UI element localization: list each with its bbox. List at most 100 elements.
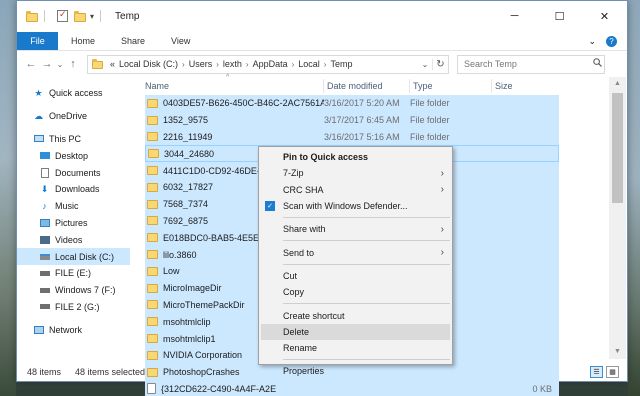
nav-label: Windows 7 (F:) [55,285,116,296]
column-size[interactable]: Size [492,79,552,93]
scroll-up-arrow-icon[interactable]: ▲ [609,77,626,91]
file-name-cell: 1352_9575 [145,115,324,125]
customize-toolbar-chevron-icon[interactable]: ▾ [90,12,94,21]
large-icons-view-icon[interactable]: ▦ [606,366,619,378]
nav-file-e[interactable]: FILE (E:) [17,265,130,282]
menu-item-7-zip[interactable]: 7-Zip › [259,165,452,181]
file-row[interactable]: 1352_9575 3/17/2017 6:45 AM File folder [145,111,559,129]
menu-item-send-to[interactable]: Send to › [259,244,452,260]
nav-videos[interactable]: Videos [17,231,130,248]
new-folder-icon[interactable] [74,10,86,22]
navigation-pane: ★ Quick access ☁ OneDrive This PC Deskto… [17,79,130,361]
breadcrumb-local-disk[interactable]: Local Disk (C:) [117,59,180,69]
menu-item-share-with[interactable]: Share with › [259,221,452,237]
nav-pictures[interactable]: Pictures [17,215,130,232]
breadcrumb-separator[interactable]: › [214,60,221,69]
file-row[interactable]: 2216_11949 3/16/2017 5:16 AM File folder [145,128,559,146]
back-arrow-icon[interactable]: ← [23,58,39,70]
forward-arrow-icon[interactable]: → [39,58,55,70]
breadcrumb-separator[interactable]: › [180,60,187,69]
nav-quick-access[interactable]: ★ Quick access [17,85,130,102]
folder-icon [147,98,158,108]
file-row[interactable]: 0403DE57-B626-450C-B46C-2AC7561A1D...3/1… [145,95,559,112]
folder-icon [147,334,158,344]
menu-item-scan-with-windows-defender[interactable]: ✓ Scan with Windows Defender... [259,198,452,214]
file-name: 7568_7374 [163,199,209,210]
menu-item-pin-to-quick-access[interactable]: Pin to Quick access [259,149,452,165]
nav-label: Quick access [49,88,103,99]
nav-file2-g[interactable]: FILE 2 (G:) [17,299,130,316]
up-arrow-icon[interactable]: ↑ [65,58,81,70]
folder-icon [26,10,38,22]
submenu-chevron-icon: › [440,167,444,179]
menu-item-properties[interactable]: Properties [259,363,452,379]
menu-item-cut[interactable]: Cut [259,268,452,284]
column-type[interactable]: Type [410,79,492,93]
breadcrumb-separator[interactable]: › [244,60,251,69]
breadcrumb-separator[interactable]: › [322,60,329,69]
breadcrumb-overflow[interactable]: « [108,59,117,69]
breadcrumb-temp[interactable]: Temp [328,59,354,69]
menu-item-create-shortcut[interactable]: Create shortcut [259,307,452,323]
breadcrumb-separator[interactable]: › [290,60,297,69]
menu-item-rename[interactable]: Rename [259,340,452,356]
tab-file[interactable]: File [17,32,58,50]
scroll-down-arrow-icon[interactable]: ▼ [609,345,626,359]
maximize-button[interactable]: ☐ [537,1,582,31]
nav-label: This PC [49,133,82,144]
help-icon[interactable]: ? [606,35,617,47]
column-name[interactable]: Name [142,79,324,93]
column-date-modified[interactable]: Date modified [324,79,410,93]
menu-item-crc-sha[interactable]: CRC SHA › [259,182,452,198]
tab-home[interactable]: Home [58,32,108,50]
file-row[interactable]: {312CD622-C490-4A4F-A2E 0 KB [145,380,559,396]
folder-icon [148,149,159,159]
nav-documents[interactable]: Documents [17,164,130,181]
details-view-icon[interactable]: ☰ [590,366,603,378]
title-bar: ▾ Temp ─ ☐ ✕ [17,1,627,31]
address-dropdown-chevron-icon[interactable]: ⌄ [418,60,432,69]
menu-item-label: Create shortcut [283,310,345,321]
vertical-scrollbar[interactable]: ▲ ▼ [609,77,626,359]
address-folder-icon [92,59,103,69]
breadcrumb-users[interactable]: Users [187,59,215,69]
file-type: File folder [410,115,450,126]
address-bar[interactable]: « Local Disk (C:) › Users › lexth › AppD… [87,54,449,74]
file-name: MicroThemePackDir [163,299,245,310]
menu-item-delete[interactable]: Delete [261,323,450,340]
nav-music[interactable]: ♪ Music [17,198,130,215]
nav-label: Network [49,324,83,335]
nav-downloads[interactable]: ⬇ Downloads [17,181,130,198]
nav-local-disk-c[interactable]: Local Disk (C:) [17,248,130,265]
properties-icon[interactable] [57,9,68,22]
submenu-chevron-icon: › [440,247,444,259]
breadcrumb-lexth[interactable]: lexth [221,59,244,69]
nav-network[interactable]: Network [17,321,130,338]
scrollbar-thumb[interactable] [612,93,623,203]
download-arrow-icon: ⬇ [40,183,49,194]
close-button[interactable]: ✕ [582,1,627,31]
breadcrumb-local[interactable]: Local [296,59,322,69]
file-name: 1352_9575 [163,115,209,126]
tab-share[interactable]: Share [108,32,158,50]
recent-locations-chevron-icon[interactable]: ⌄ [55,60,65,69]
refresh-icon[interactable]: ↻ [432,58,448,70]
view-toggle-buttons: ☰ ▦ [590,366,619,378]
nav-windows7-f[interactable]: Windows 7 (F:) [17,282,130,299]
search-input[interactable]: Search Temp [457,54,605,74]
menu-item-label: Rename [283,343,318,354]
breadcrumb-appdata[interactable]: AppData [251,59,290,69]
window-title: Temp [115,10,140,22]
menu-item-label: Share with [283,224,326,235]
folder-icon [147,300,158,310]
expand-ribbon-chevron-icon[interactable]: ⌄ [588,36,596,47]
minimize-button[interactable]: ─ [492,1,537,31]
drive-icon [39,285,50,295]
star-icon: ★ [34,87,43,98]
nav-onedrive[interactable]: ☁ OneDrive [17,108,130,125]
nav-this-pc[interactable]: This PC [17,131,130,148]
nav-desktop[interactable]: Desktop [17,147,130,164]
menu-item-copy[interactable]: Copy [259,284,452,300]
tab-view[interactable]: View [158,32,203,50]
selected-count: 48 items selected [75,367,146,377]
